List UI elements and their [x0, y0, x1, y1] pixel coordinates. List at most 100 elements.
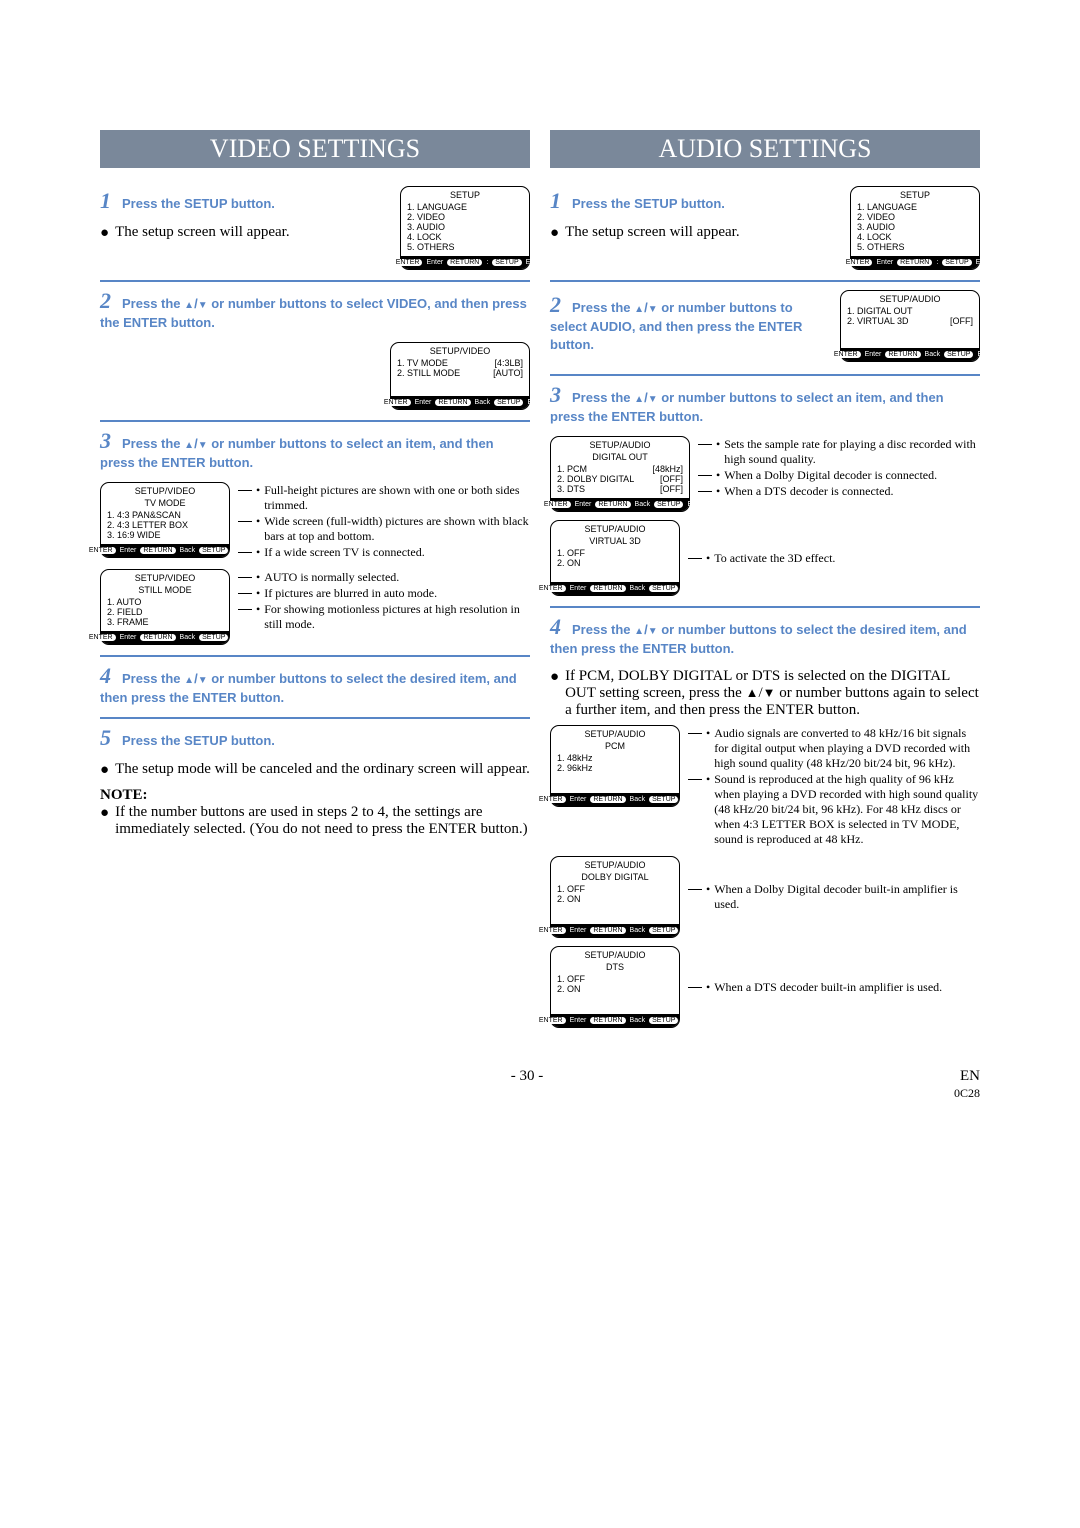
- down-icon: [648, 300, 658, 315]
- osd-item: 2. VIDEO: [857, 212, 973, 222]
- t: Press the: [122, 436, 184, 451]
- osd-item: 3. FRAME: [107, 617, 223, 627]
- key-setup: SETUP: [492, 259, 521, 266]
- k: SETUP: [649, 1017, 678, 1024]
- down-icon: [198, 671, 208, 686]
- digout-explain: •Sets the sample rate for playing a disc…: [698, 436, 980, 500]
- osd-pcm: SETUP/AUDIO PCM 1. 48kHz 2. 96kHz ENTERE…: [550, 725, 680, 807]
- down-icon: [648, 390, 658, 405]
- connector-line: [698, 491, 712, 499]
- key-setup: SETUP: [494, 399, 523, 406]
- step-body: The setup screen will appear.: [565, 224, 740, 241]
- step-heading: Press the / or number buttons to select …: [550, 622, 967, 656]
- step-body: The setup mode will be canceled and the …: [115, 761, 530, 778]
- step-number: 3: [550, 382, 568, 408]
- t: Press the: [122, 296, 184, 311]
- t: Sound is reproduced at the high quality …: [714, 772, 980, 847]
- pcm-explain: •Audio signals are converted to 48 kHz/1…: [688, 725, 980, 848]
- t: Exit: [232, 634, 244, 641]
- t: Enter: [415, 399, 432, 406]
- t: Enter: [570, 927, 587, 934]
- t: If pictures are blurred in auto mode.: [264, 586, 437, 601]
- osd-item: 1. 48kHz: [557, 753, 673, 763]
- step-heading: Press the SETUP button.: [572, 196, 725, 211]
- osd-item: 1. TV MODE: [397, 358, 448, 368]
- t: Exit: [682, 796, 694, 803]
- k: ENTER: [86, 547, 116, 554]
- t: Exit: [976, 259, 988, 266]
- k: RETURN: [140, 634, 175, 641]
- t: If a wide screen TV is connected.: [264, 545, 425, 560]
- step-heading: Press the / or number buttons to select …: [100, 296, 527, 330]
- bullet-icon: ●: [100, 224, 109, 242]
- t: Back: [630, 585, 646, 592]
- step-number: 2: [100, 288, 118, 314]
- osd-item: 5. OTHERS: [857, 242, 973, 252]
- osd-footer: ENTER Enter RETURN : SETUP Exit: [401, 256, 529, 269]
- osd-item: 1. DIGITAL OUT: [847, 306, 913, 316]
- osd-footer: ENTEREnter RETURNBack SETUPExit: [551, 1014, 679, 1027]
- k: RETURN: [140, 547, 175, 554]
- t: Exit: [977, 351, 989, 358]
- page-number: - 30 -: [511, 1068, 544, 1102]
- osd-item: 1. PCM: [557, 464, 587, 474]
- k: RETURN: [590, 796, 625, 803]
- divider: [100, 655, 530, 657]
- osd-item: 1. OFF: [557, 974, 673, 984]
- osd-sub: DIGITAL OUT: [557, 452, 683, 462]
- connector-line: [238, 521, 252, 544]
- t: Wide screen (full-width) pictures are sh…: [264, 514, 530, 544]
- osd-item: 2. FIELD: [107, 607, 223, 617]
- osd-virtual3d: SETUP/AUDIO VIRTUAL 3D 1. OFF 2. ON ENTE…: [550, 520, 680, 596]
- osd-item: 1. OFF: [557, 884, 673, 894]
- step-number: 1: [100, 188, 118, 214]
- key-enter-t: Enter: [426, 259, 443, 266]
- k: SETUP: [944, 351, 973, 358]
- osd-item: 1. 4:3 PAN&SCAN: [107, 510, 223, 520]
- bullet-icon: ●: [550, 668, 559, 686]
- osd-item: 1. LANGUAGE: [857, 202, 973, 212]
- osd-val: [OFF]: [950, 316, 973, 326]
- osd-item: 3. AUDIO: [857, 222, 973, 232]
- connector-line: [238, 490, 252, 513]
- t: Enter: [120, 634, 137, 641]
- page-footer: - 30 - EN 0C28: [100, 1068, 980, 1102]
- osd-footer: ENTEREnter RETURNBack SETUPExit: [101, 544, 229, 557]
- osd-footer: ENTEREnter RETURNBack SETUPExit: [551, 498, 689, 511]
- osd-val: [4:3LB]: [494, 358, 523, 368]
- osd-item: 2. 4:3 LETTER BOX: [107, 520, 223, 530]
- osd-sub: PCM: [557, 741, 673, 751]
- osd-item: 1. AUTO: [107, 597, 223, 607]
- t: Back: [925, 351, 941, 358]
- up-icon: [184, 671, 194, 686]
- t: Press the: [572, 390, 634, 405]
- k: SETUP: [199, 547, 228, 554]
- osd-footer: ENTEREnter RETURNBack SETUPExit: [551, 582, 679, 595]
- divider: [550, 374, 980, 376]
- osd-item: 1. OFF: [557, 548, 673, 558]
- left-column: VIDEO SETTINGS 1 Press the SETUP button.…: [100, 130, 530, 1028]
- connector-line: [688, 987, 702, 995]
- osd-val: [OFF]: [660, 484, 683, 494]
- osd-item: 2. DOLBY DIGITAL: [557, 474, 634, 484]
- step-number: 4: [550, 614, 568, 640]
- osd-video: SETUP/VIDEO 1. TV MODE[4:3LB] 2. STILL M…: [390, 342, 530, 410]
- step-heading: Press the SETUP button.: [122, 196, 275, 211]
- step-number: 5: [100, 725, 118, 751]
- osd-item: 5. OTHERS: [407, 242, 523, 252]
- osd-title: SETUP: [857, 190, 973, 200]
- k: RETURN: [590, 1017, 625, 1024]
- key-enter: ENTER: [393, 259, 423, 266]
- t: Back: [630, 796, 646, 803]
- step-body: The setup screen will appear.: [115, 224, 290, 241]
- osd-item: 2. VIRTUAL 3D: [847, 316, 909, 326]
- down-icon: [198, 436, 208, 451]
- t: Back: [475, 399, 491, 406]
- osd-item: 4. LOCK: [857, 232, 973, 242]
- divider: [100, 717, 530, 719]
- t: Exit: [527, 399, 539, 406]
- k: SETUP: [649, 585, 678, 592]
- key-enter: ENTER: [381, 399, 411, 406]
- t: Exit: [687, 501, 699, 508]
- osd-sub: DOLBY DIGITAL: [557, 872, 673, 882]
